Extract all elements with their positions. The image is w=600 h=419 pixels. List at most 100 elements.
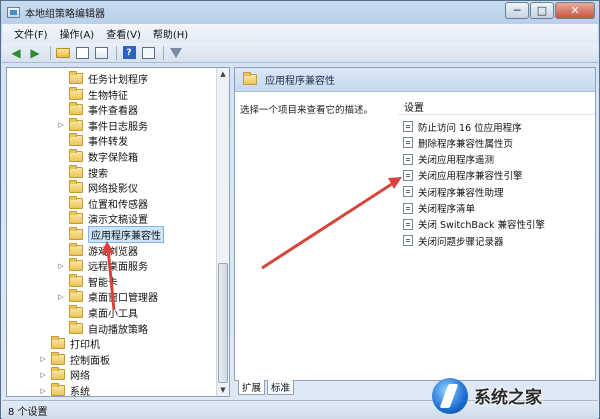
setting-label: 关闭程序清单 [418, 204, 476, 215]
expand-arrow-icon[interactable]: ▷ [57, 121, 65, 129]
scroll-down-icon[interactable]: ▼ [217, 384, 229, 396]
folder-icon [51, 351, 65, 365]
setting-row[interactable]: 关闭程序清单 [398, 201, 595, 216]
folder-icon [69, 227, 83, 240]
folder-icon [51, 336, 65, 350]
folder-up-icon[interactable] [55, 45, 71, 60]
tree-item-label: 生物特征 [88, 90, 128, 102]
tree-item-label: 智能卡 [88, 277, 118, 289]
policy-setting-icon [403, 137, 413, 149]
tree-item[interactable]: 数字保险箱 [57, 149, 138, 164]
menu-bar: 文件(F) 操作(A) 查看(V) 帮助(H) [2, 24, 598, 43]
tree-item-label: 打印机 [70, 340, 100, 352]
folder-icon [69, 320, 83, 334]
expand-arrow-icon [39, 340, 47, 348]
close-button[interactable]: ✕ [555, 2, 595, 19]
tree-item-label: 游戏浏览器 [88, 246, 138, 258]
folder-icon [69, 71, 83, 84]
tree-item[interactable]: ▷ 系统 [39, 383, 90, 397]
menu-help[interactable]: 帮助(H) [147, 26, 194, 41]
setting-label: 删除程序兼容性属性页 [418, 138, 514, 150]
expand-arrow-icon[interactable]: ▷ [57, 293, 65, 301]
tree-item[interactable]: 搜索 [57, 164, 108, 180]
setting-label: 关闭应用程序遥测 [418, 155, 495, 167]
tab-extended[interactable]: 扩展 [238, 380, 266, 395]
expand-arrow-icon[interactable]: ▷ [39, 371, 47, 379]
expand-arrow-icon[interactable]: ▷ [57, 262, 65, 270]
policy-setting-icon [403, 169, 413, 181]
setting-row[interactable]: 关闭程序兼容性助理 [398, 184, 595, 199]
tree-item[interactable]: 自动播放策略 [57, 320, 148, 336]
policy-setting-icon [403, 153, 413, 165]
tree-item[interactable]: 事件转发 [57, 133, 128, 148]
toolbar-separator [50, 45, 51, 60]
tree-item-label: 桌面小工具 [88, 309, 138, 320]
folder-icon [69, 195, 83, 209]
watermark: 系统之家 [432, 374, 598, 417]
tree-item[interactable]: 任务计划程序 [57, 71, 148, 86]
tree-item[interactable]: 游戏浏览器 [57, 242, 138, 258]
tree-item[interactable]: 应用程序兼容性 [57, 226, 164, 243]
details-header: 应用程序兼容性 [235, 68, 595, 92]
tree-item-label: 事件查看器 [88, 106, 138, 118]
tree-item-label: 系统 [70, 387, 90, 397]
expand-arrow-icon[interactable]: ▷ [39, 387, 47, 395]
tree-item[interactable]: 演示文稿设置 [57, 211, 148, 226]
expand-arrow-icon[interactable]: ▷ [39, 355, 47, 363]
minimize-button[interactable]: ─ [505, 2, 529, 19]
tree-item-label: 数字保险箱 [88, 153, 138, 164]
tree-item-label: 位置和传感器 [88, 199, 148, 211]
setting-row[interactable]: 防止访问 16 位应用程序 [398, 119, 595, 134]
expand-arrow-icon [57, 106, 65, 114]
tree-item[interactable]: ▷ 事件日志服务 [57, 117, 148, 133]
tree-item-label: 控制面板 [70, 355, 110, 367]
tree-item[interactable]: 打印机 [39, 336, 100, 351]
expand-arrow-icon [57, 90, 65, 98]
column-header-setting[interactable]: 设置 [398, 99, 595, 115]
show-hide-tree-icon[interactable] [74, 45, 90, 60]
setting-label: 关闭问题步骤记录器 [418, 236, 504, 248]
tree-item[interactable]: ▷ 桌面窗口管理器 [57, 289, 158, 304]
export-list-icon[interactable] [93, 45, 109, 60]
setting-label: 关闭应用程序兼容性引擎 [418, 171, 523, 183]
policy-setting-icon [403, 202, 413, 214]
details-pane: 应用程序兼容性 选择一个项目来查看它的描述。 设置 防止访问 16 位应用程序删… [234, 67, 596, 381]
tree-item[interactable]: ▷ 网络 [39, 367, 90, 382]
menu-action[interactable]: 操作(A) [54, 26, 101, 41]
tree-item[interactable]: 事件查看器 [57, 102, 138, 117]
filter-icon[interactable] [168, 45, 184, 60]
setting-row[interactable]: 关闭应用程序兼容性引擎 [398, 168, 595, 183]
setting-row[interactable]: 关闭应用程序遥测 [398, 152, 595, 167]
folder-icon [69, 211, 83, 225]
setting-row[interactable]: 关闭问题步骤记录器 [398, 233, 595, 248]
policy-setting-icon [403, 121, 413, 132]
tree-item[interactable]: 生物特征 [57, 86, 128, 102]
watermark-text: 系统之家 [474, 388, 542, 408]
back-arrow-icon[interactable]: ◀ [8, 45, 24, 60]
tree-item[interactable]: 网络投影仪 [57, 180, 138, 195]
tree-item[interactable]: 位置和传感器 [57, 195, 148, 211]
tree-item[interactable]: ▷ 远程桌面服务 [57, 258, 148, 273]
folder-icon [69, 273, 83, 287]
tree-scrollbar[interactable]: ▲ ▼ [216, 68, 229, 396]
details-title: 应用程序兼容性 [265, 76, 335, 87]
properties-icon[interactable] [140, 45, 156, 60]
setting-row[interactable]: 删除程序兼容性属性页 [398, 135, 595, 150]
folder-icon [69, 258, 83, 272]
menu-view[interactable]: 查看(V) [100, 26, 147, 41]
expand-arrow-icon [57, 246, 65, 254]
tab-standard[interactable]: 标准 [267, 380, 295, 395]
maximize-button[interactable]: □ [530, 2, 554, 19]
scroll-thumb[interactable] [218, 263, 228, 383]
tree-item[interactable]: 智能卡 [57, 273, 118, 289]
folder-icon [69, 102, 83, 116]
scroll-up-icon[interactable]: ▲ [217, 68, 229, 80]
folder-icon [69, 305, 83, 318]
tree-item[interactable]: 桌面小工具 [57, 305, 138, 320]
forward-arrow-icon[interactable]: ▶ [27, 45, 43, 60]
tree-item[interactable]: ▷ 控制面板 [39, 351, 110, 367]
menu-file[interactable]: 文件(F) [8, 26, 54, 41]
setting-row[interactable]: 关闭 SwitchBack 兼容性引擎 [398, 217, 595, 232]
folder-icon [69, 133, 83, 147]
help-icon[interactable]: ? [121, 45, 137, 60]
